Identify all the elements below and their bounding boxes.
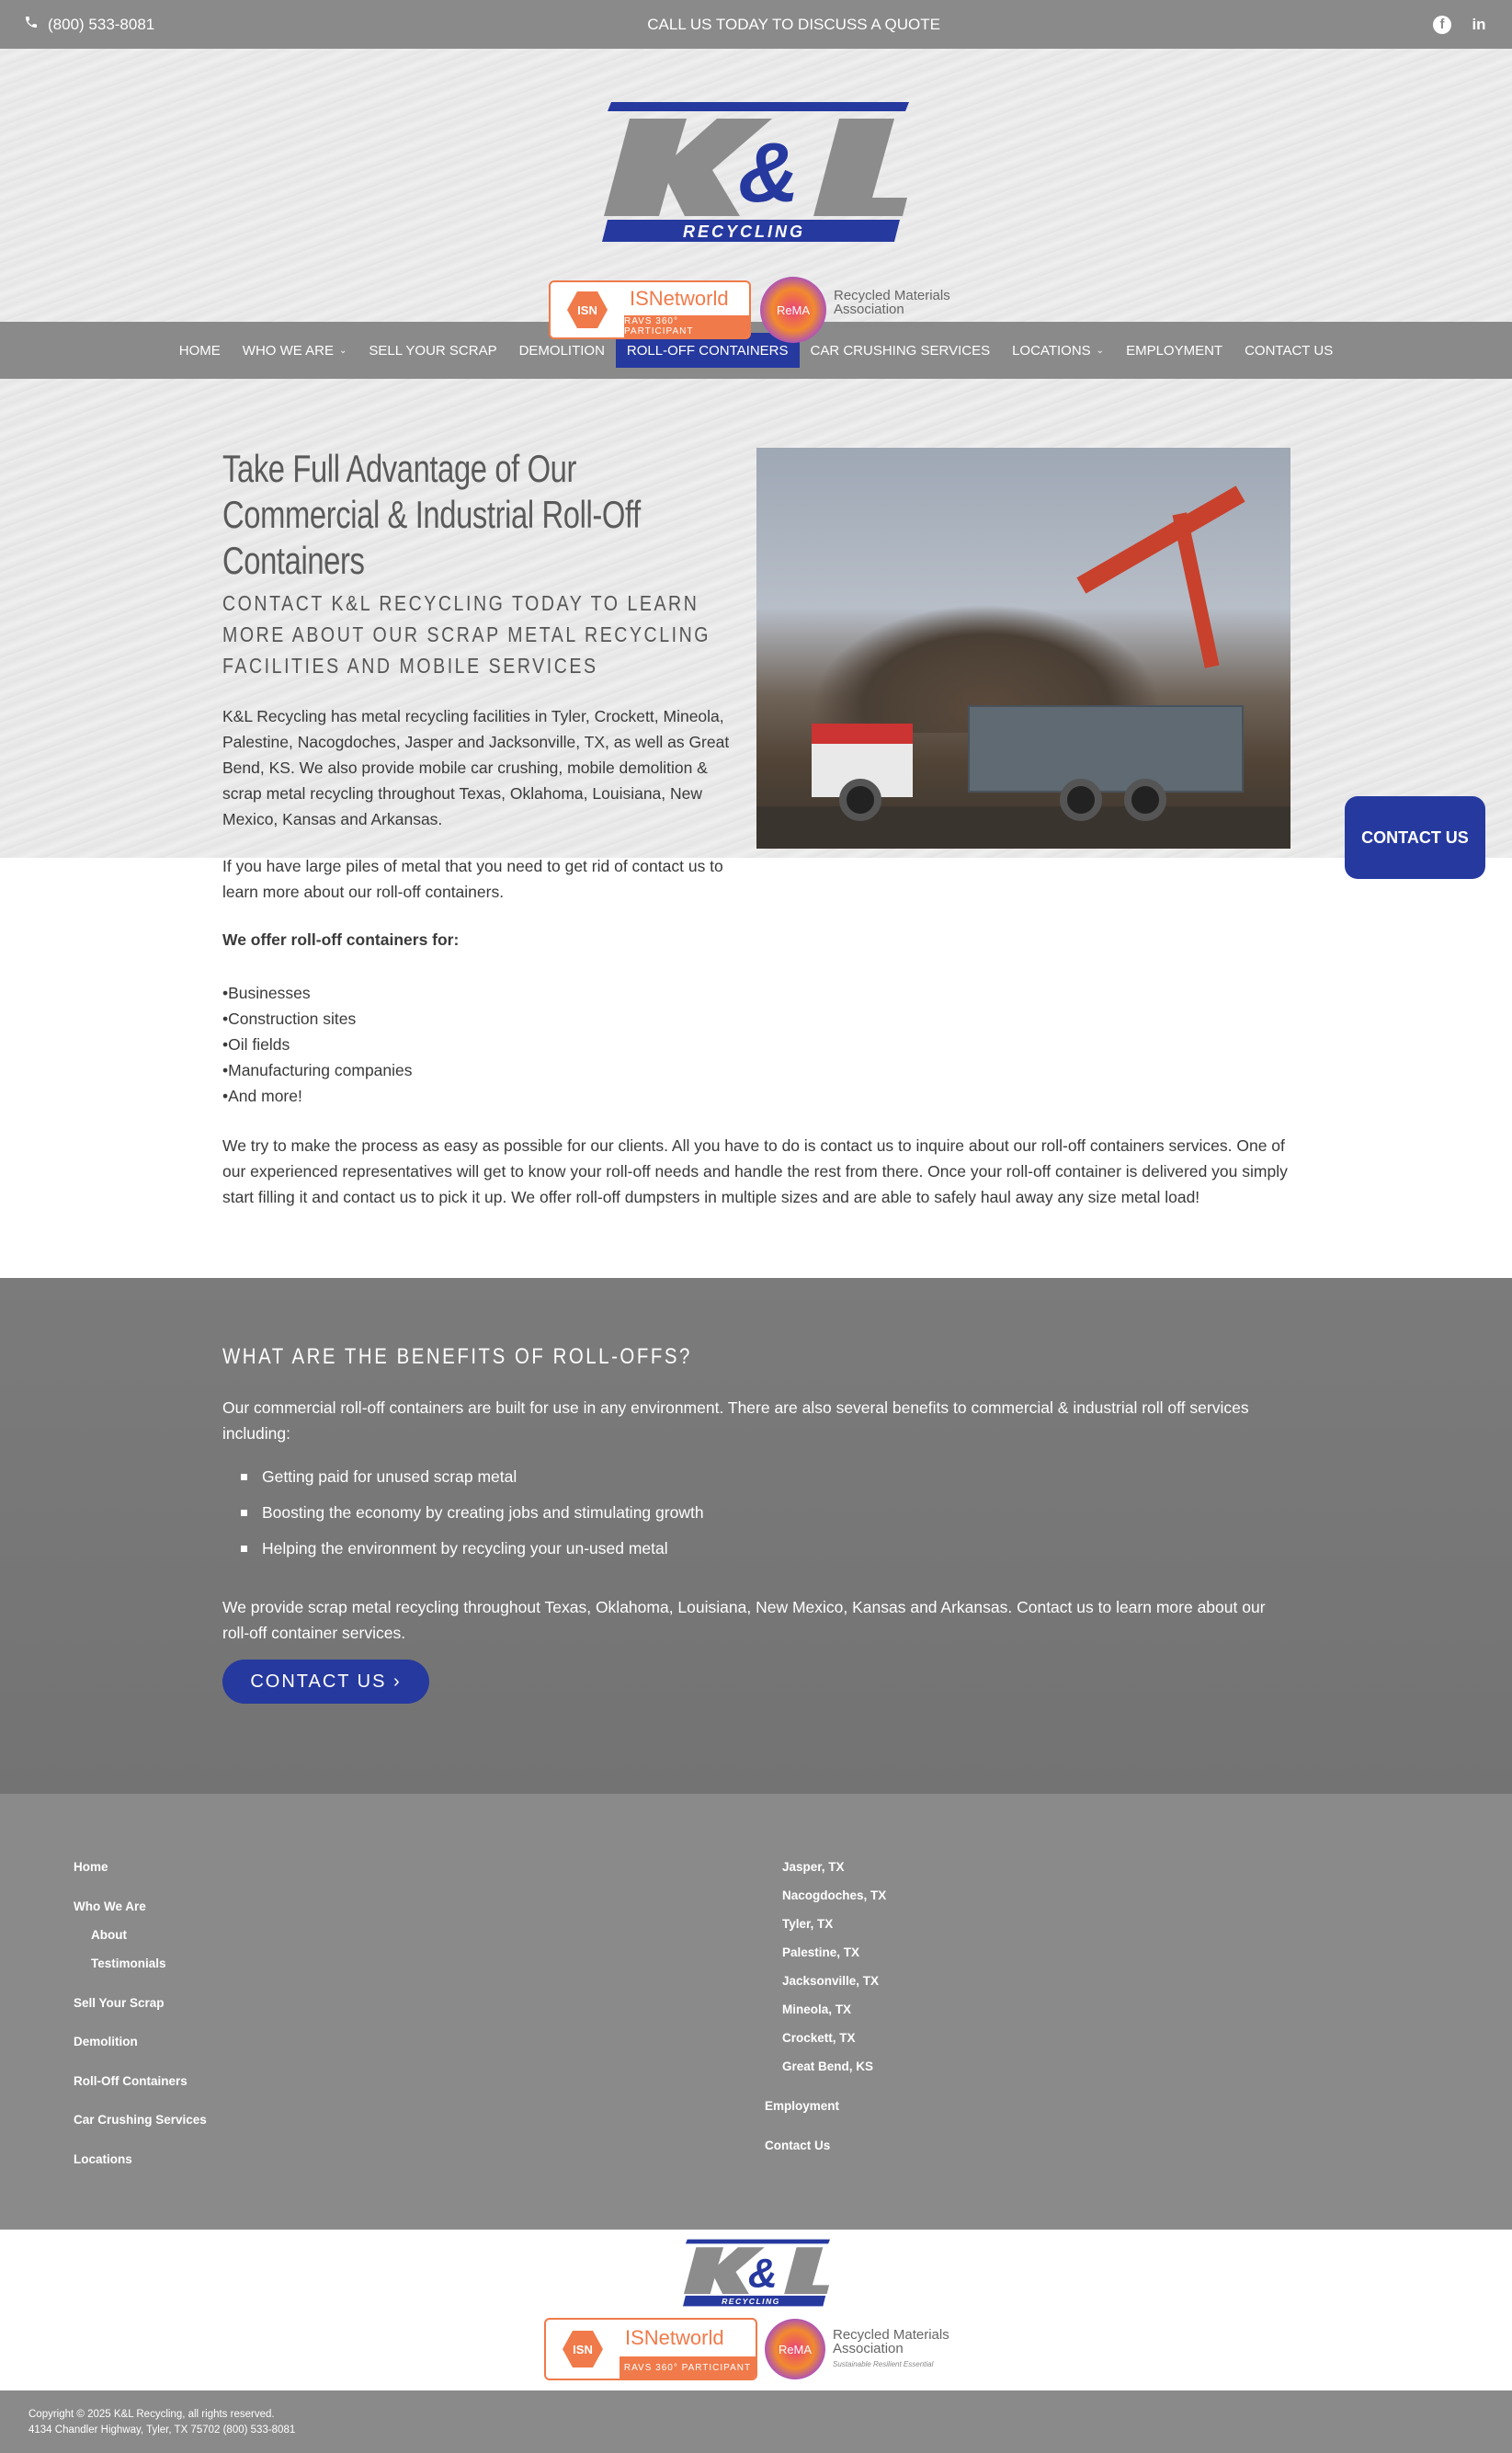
offer-list: •Businesses •Construction sites •Oil fie… [222, 980, 413, 1109]
footer-link-home[interactable]: Home [74, 1860, 108, 1874]
rema-tagline: Sustainable Resilient Essential [833, 2359, 934, 2368]
footer-link-great-bend[interactable]: Great Bend, KS [782, 2059, 873, 2073]
list-item: Getting paid for unused scrap metal [241, 1459, 704, 1495]
benefits-section: WHAT ARE THE BENEFITS OF ROLL-OFFS? Our … [0, 1278, 1512, 1794]
floating-contact-button[interactable]: CONTACT US [1345, 796, 1485, 879]
footer-link-employment[interactable]: Employment [765, 2099, 839, 2113]
phone-number: (800) 533-8081 [48, 15, 155, 33]
isn-hex-icon: ISN [567, 291, 608, 328]
footer-link-jacksonville[interactable]: Jacksonville, TX [782, 1974, 879, 1988]
footer-link-crockett[interactable]: Crockett, TX [782, 2031, 856, 2045]
metal-piles-paragraph: If you have large piles of metal that yo… [222, 857, 723, 901]
footer-link-jasper[interactable]: Jasper, TX [782, 1860, 845, 1874]
offer-heading: We offer roll-off containers for: [222, 930, 460, 949]
footer-link-testimonials[interactable]: Testimonials [91, 1957, 166, 1970]
address-text: 4134 Chandler Highway, Tyler, TX 75702 (… [28, 2424, 296, 2436]
nav-home[interactable]: HOME [168, 333, 232, 368]
benefits-outro: We provide scrap metal recycling through… [222, 1598, 1266, 1642]
footer-link-roll-off[interactable]: Roll-Off Containers [74, 2074, 188, 2088]
isn-brand: ISNetworld [630, 287, 729, 310]
rema-dots-icon: ReMA [760, 277, 826, 343]
page-subtitle: CONTACT K&L RECYCLING TODAY TO LEARN MOR… [222, 591, 711, 678]
footer-link-mineola[interactable]: Mineola, TX [782, 2002, 851, 2016]
rema-name: Recycled Materials Association [834, 287, 950, 317]
benefits-heading: WHAT ARE THE BENEFITS OF ROLL-OFFS? [222, 1344, 692, 1369]
facebook-icon[interactable]: f [1433, 15, 1451, 34]
isn-sub: RAVS 360° PARTICIPANT [624, 315, 749, 337]
list-item: •Businesses [222, 984, 311, 1002]
quote-cta[interactable]: CALL US TODAY TO DISCUSS A QUOTE [647, 16, 940, 34]
isn-sub: RAVS 360° PARTICIPANT [620, 2356, 756, 2379]
linkedin-icon[interactable]: in [1470, 16, 1488, 34]
top-bar: (800) 533-8081 CALL US TODAY TO DISCUSS … [0, 0, 1512, 49]
logo-subtext: RECYCLING [683, 222, 805, 241]
isnetworld-badge[interactable]: ISN ISNetworld RAVS 360° PARTICIPANT [549, 280, 751, 339]
page-title: Take Full Advantage of Our Commercial & … [222, 447, 641, 582]
footer-link-about[interactable]: About [91, 1928, 127, 1942]
isnetworld-badge[interactable]: ISN ISNetworld RAVS 360° PARTICIPANT [544, 2318, 757, 2380]
footer-link-who-we-are[interactable]: Who We Are [74, 1900, 146, 1913]
phone-icon [24, 15, 39, 34]
process-paragraph: We try to make the process as easy as po… [222, 1136, 1288, 1206]
footer-logos: & RECYCLING ISN ISNetworld RAVS 360° PAR… [0, 2230, 1512, 2390]
footer-link-palestine[interactable]: Palestine, TX [782, 1945, 859, 1959]
footer-link-car-crushing[interactable]: Car Crushing Services [74, 2113, 207, 2127]
benefits-list: Getting paid for unused scrap metal Boos… [241, 1459, 704, 1567]
footer-link-locations[interactable]: Locations [74, 2152, 132, 2166]
list-item: •Construction sites [222, 1010, 357, 1028]
chevron-down-icon: ⌄ [338, 345, 347, 356]
social-links: f in [1433, 15, 1488, 34]
nav-locations-label: LOCATIONS [1012, 342, 1091, 359]
footer-link-contact-us[interactable]: Contact Us [765, 2139, 830, 2152]
nav-who-we-are[interactable]: WHO WE ARE ⌄ [232, 333, 358, 368]
isn-brand: ISNetworld [625, 2326, 724, 2349]
hero-text: Take Full Advantage of Our Commercial & … [222, 446, 733, 832]
list-item: •Manufacturing companies [222, 1061, 413, 1079]
rema-name: Recycled Materials Association [833, 2326, 949, 2356]
svg-text:RECYCLING: RECYCLING [722, 2297, 780, 2306]
rema-dots-icon: ReMA [765, 2319, 825, 2379]
phone-link[interactable]: (800) 533-8081 [24, 15, 154, 34]
list-item: •Oil fields [222, 1035, 290, 1054]
copyright-bar: Copyright © 2025 K&L Recycling, all righ… [0, 2390, 1512, 2453]
intro-paragraph: K&L Recycling has metal recycling facili… [222, 707, 730, 828]
nav-employment[interactable]: EMPLOYMENT [1115, 333, 1233, 368]
nav-sell-your-scrap[interactable]: SELL YOUR SCRAP [358, 333, 507, 368]
footer-link-sell-your-scrap[interactable]: Sell Your Scrap [74, 1996, 165, 2010]
certification-badges: ISN ISNetworld RAVS 360° PARTICIPANT ReM… [549, 277, 962, 343]
list-item: Boosting the economy by creating jobs an… [241, 1495, 704, 1531]
contact-us-button[interactable]: CONTACT US › [222, 1660, 429, 1704]
isn-hex-icon: ISN [563, 2331, 603, 2367]
list-item: •And more! [222, 1087, 302, 1105]
nav-who-we-are-label: WHO WE ARE [242, 342, 334, 359]
footer-link-nacogdoches[interactable]: Nacogdoches, TX [782, 1888, 886, 1902]
footer-site-logo[interactable]: & RECYCLING [683, 2239, 830, 2307]
svg-text:&: & [738, 126, 799, 220]
rema-tagline: Sustainable Resilient Essential [834, 320, 935, 329]
footer-badges: ISN ISNetworld RAVS 360° PARTICIPANT ReM… [544, 2318, 961, 2380]
nav-contact-us[interactable]: CONTACT US [1233, 333, 1344, 368]
footer-nav: Home Who We Are About Testimonials Sell … [0, 1794, 1512, 2230]
chevron-down-icon: ⌄ [1096, 345, 1105, 356]
rema-badge[interactable]: ReMA Recycled Materials Association Susta… [765, 2319, 961, 2379]
site-header: & RECYCLING ISN ISNetworld RAVS 360° PAR… [0, 49, 1512, 343]
site-logo[interactable]: & RECYCLING [602, 102, 909, 242]
roll-off-truck-photo [756, 448, 1290, 849]
copyright-text: Copyright © 2025 K&L Recycling, all righ… [28, 2409, 275, 2420]
list-item: Helping the environment by recycling you… [241, 1531, 704, 1567]
footer-link-demolition[interactable]: Demolition [74, 2035, 138, 2048]
svg-text:&: & [748, 2251, 778, 2296]
footer-link-tyler[interactable]: Tyler, TX [782, 1917, 833, 1931]
benefits-intro: Our commercial roll-off containers are b… [222, 1398, 1249, 1443]
page-content: Take Full Advantage of Our Commercial & … [0, 379, 1512, 2453]
rema-badge[interactable]: ReMA Recycled Materials Association Susta… [760, 277, 962, 343]
nav-locations[interactable]: LOCATIONS ⌄ [1001, 333, 1115, 368]
